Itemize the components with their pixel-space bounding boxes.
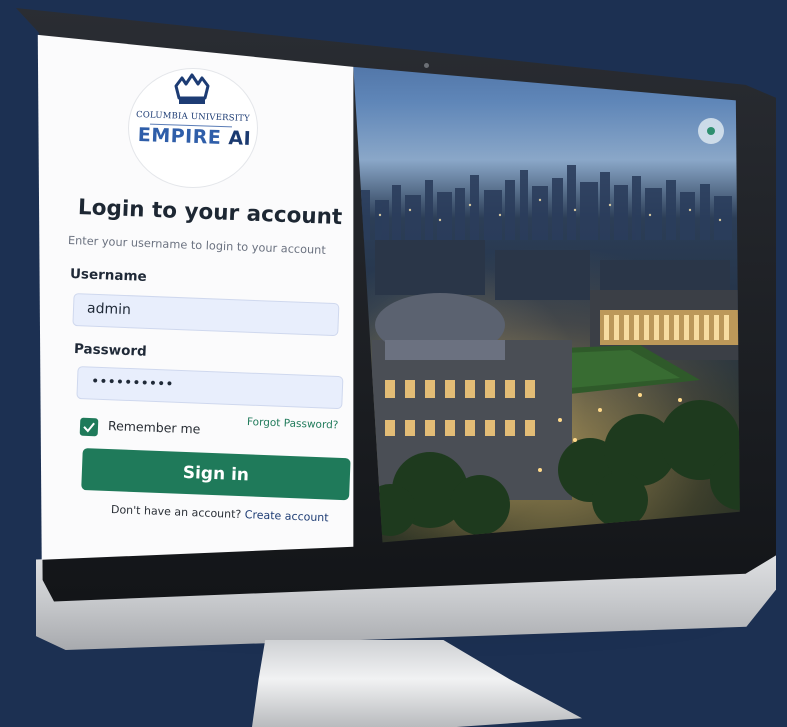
create-account-row: Don't have an account? Create account bbox=[111, 503, 329, 524]
logo-ai-word: AI bbox=[228, 127, 252, 150]
password-value: •••••••••• bbox=[90, 373, 174, 393]
check-icon bbox=[83, 422, 95, 433]
monitor: COLUMBIA UNIVERSITY EMPIRE AI Login to y… bbox=[0, 0, 787, 727]
username-label: Username bbox=[69, 266, 148, 285]
no-account-text: Don't have an account? bbox=[110, 503, 242, 521]
page-subtitle: Enter your username to login to your acc… bbox=[67, 234, 327, 257]
password-label: Password bbox=[73, 341, 148, 360]
stage: COLUMBIA UNIVERSITY EMPIRE AI Login to y… bbox=[0, 0, 787, 727]
logo-empire-text: EMPIRE AI bbox=[137, 124, 253, 150]
remember-me-checkbox[interactable] bbox=[79, 417, 99, 437]
create-account-link[interactable]: Create account bbox=[245, 508, 329, 524]
logo-empire-word: EMPIRE bbox=[137, 124, 222, 149]
login-form: COLUMBIA UNIVERSITY EMPIRE AI Login to y… bbox=[0, 0, 787, 727]
remember-me-label[interactable]: Remember me bbox=[108, 418, 201, 437]
sign-in-button[interactable]: Sign in bbox=[81, 448, 351, 501]
username-input[interactable]: admin bbox=[72, 293, 340, 337]
page-title: Login to your account bbox=[77, 195, 343, 231]
forgot-password-link[interactable]: Forgot Password? bbox=[247, 416, 339, 431]
password-input[interactable]: •••••••••• bbox=[76, 366, 344, 410]
username-value: admin bbox=[86, 300, 132, 319]
crown-icon bbox=[174, 73, 210, 104]
